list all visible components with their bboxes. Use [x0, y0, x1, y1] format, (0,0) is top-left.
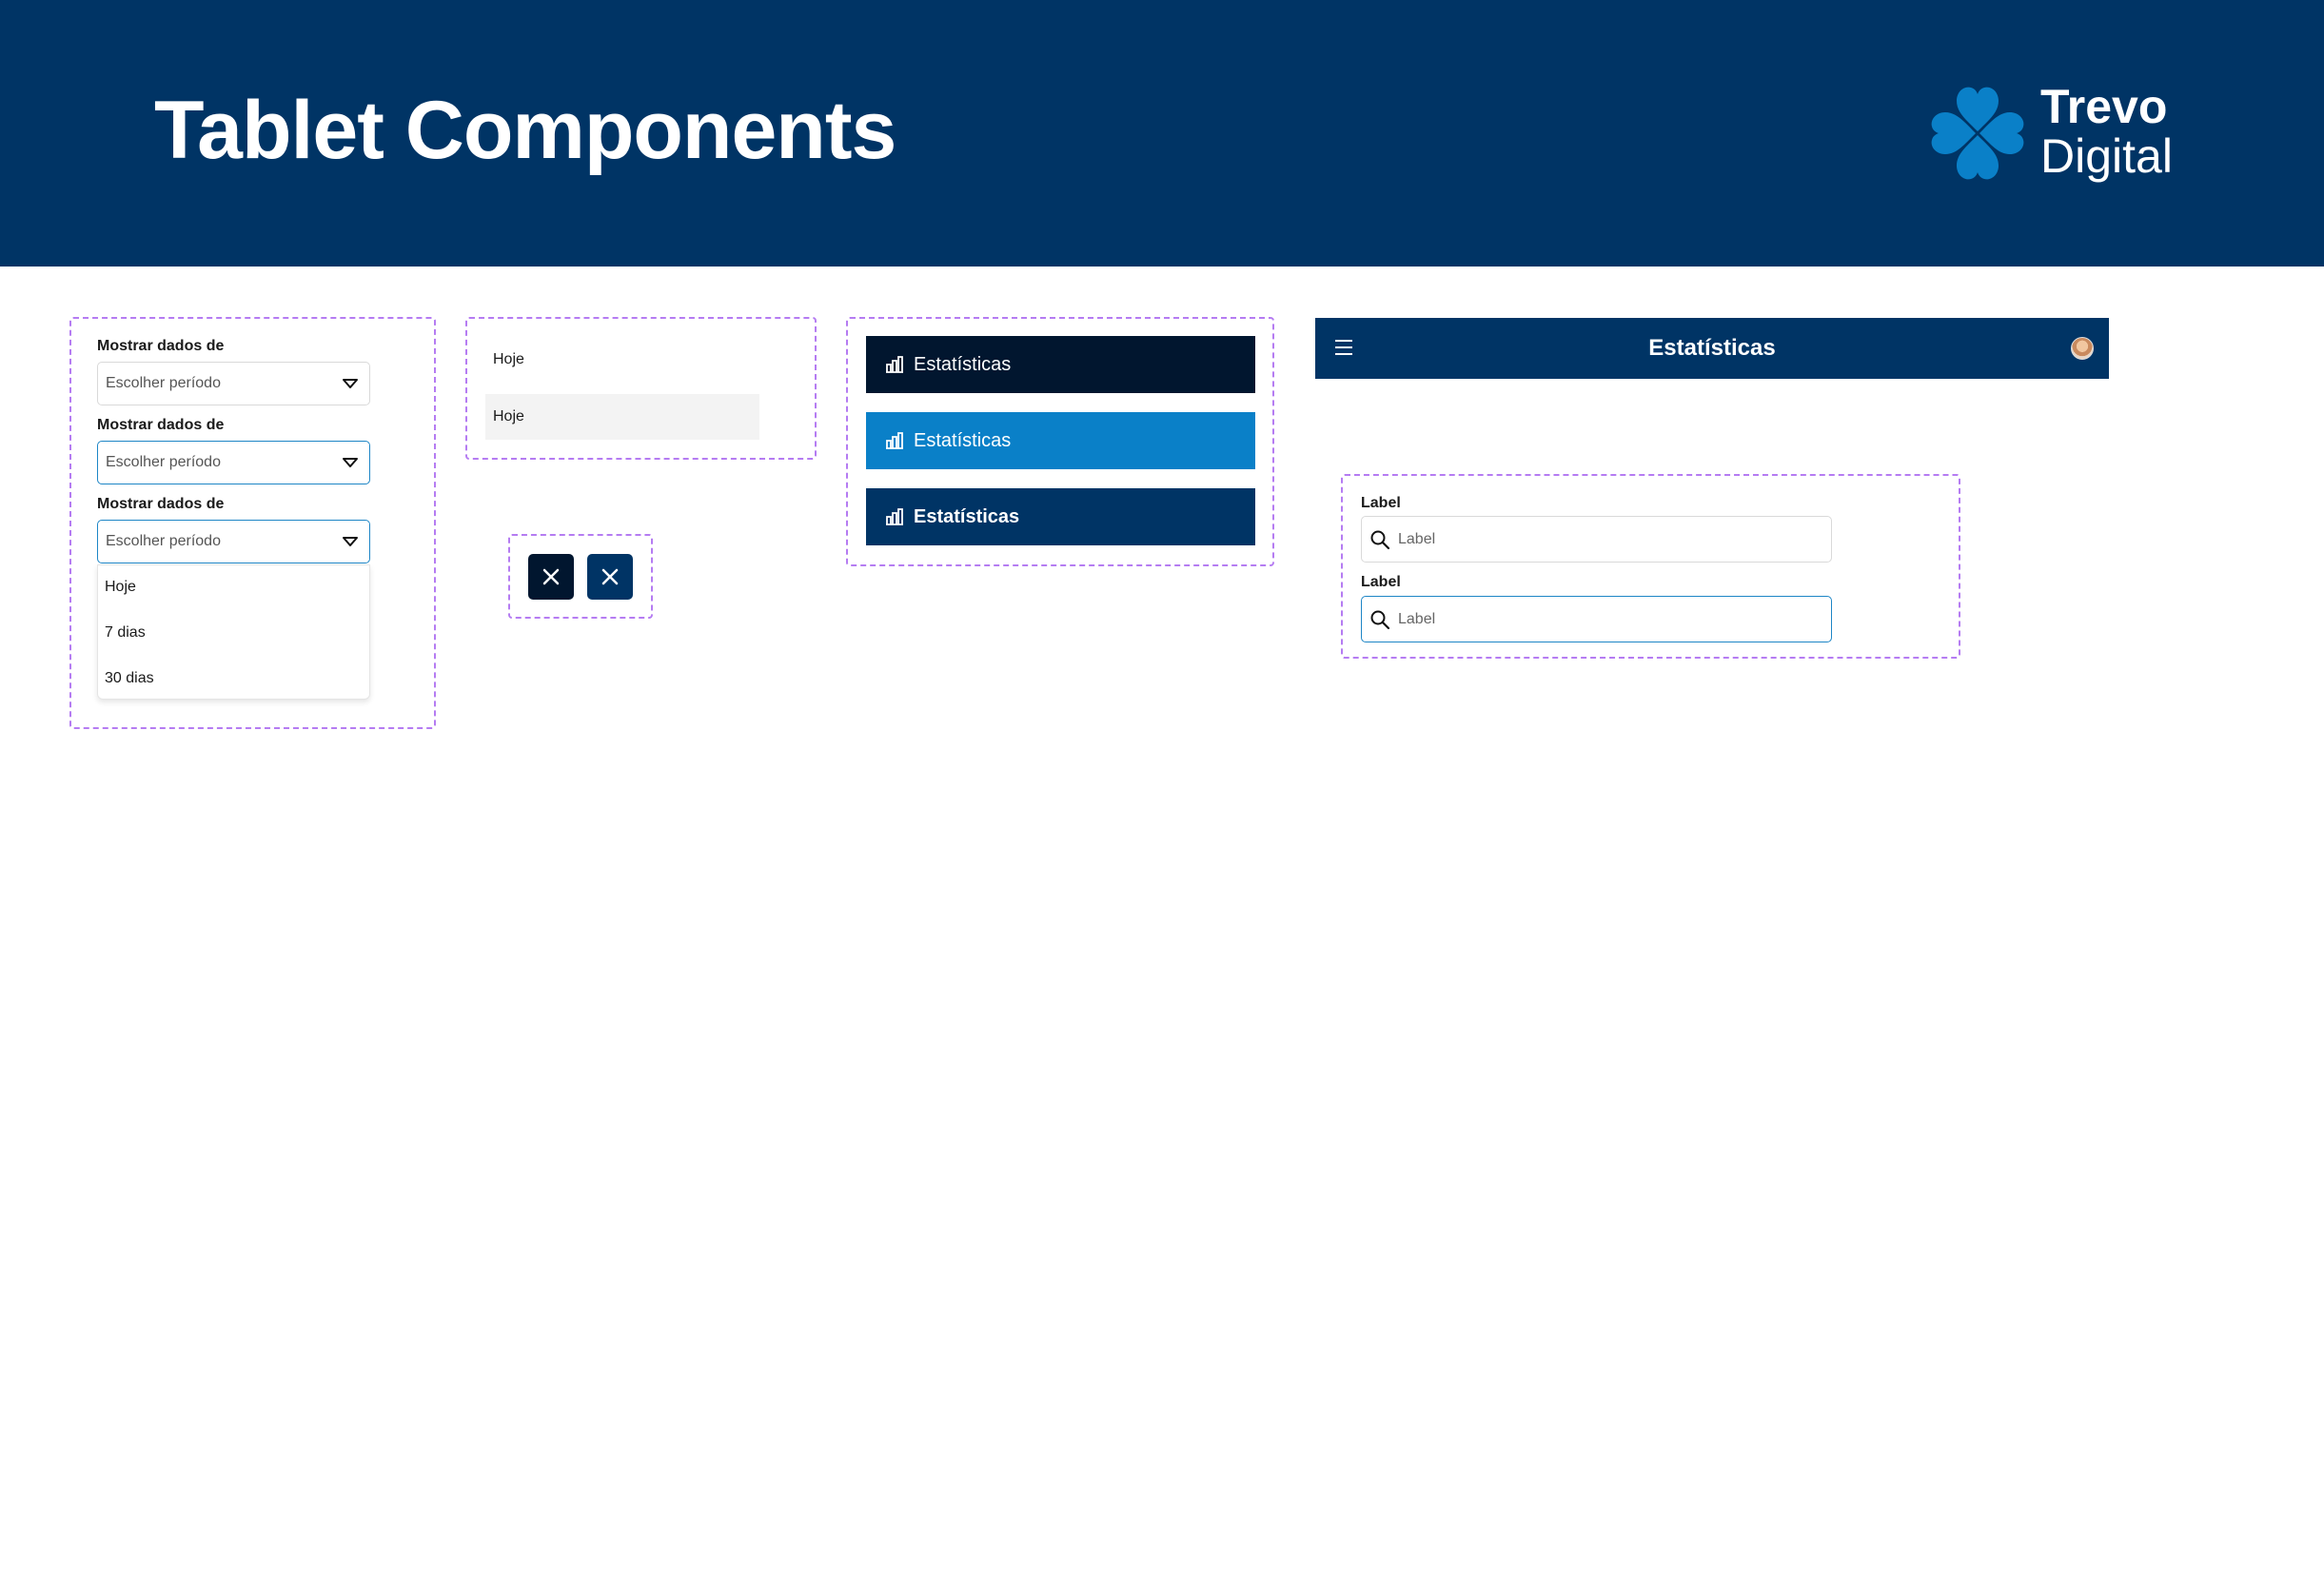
search-placeholder: Label — [1398, 530, 1436, 547]
select-placeholder: Escolher período — [106, 454, 221, 470]
close-button-dark[interactable] — [528, 554, 574, 600]
chevron-down-icon — [343, 379, 358, 388]
page-header: Tablet Components Trevo Digital — [0, 0, 2324, 267]
list-item-label: Hoje — [493, 408, 524, 425]
chevron-down-icon — [343, 537, 358, 546]
select-placeholder: Escolher período — [106, 375, 221, 391]
select-placeholder: Escolher período — [106, 533, 221, 549]
nav-item-default[interactable]: Estatísticas — [866, 336, 1255, 393]
select-open[interactable]: Escolher período — [97, 520, 370, 563]
logo-line-1: Trevo — [2040, 80, 2168, 133]
bar-chart-icon — [886, 432, 903, 449]
select-default[interactable]: Escolher período — [97, 362, 370, 405]
topbar-title: Estatísticas — [1648, 335, 1776, 361]
page-title: Tablet Components — [154, 85, 896, 176]
list-item-hover[interactable]: Hoje — [485, 394, 759, 440]
chevron-down-icon — [343, 458, 358, 467]
select-dropdown-menu: Hoje 7 dias 30 dias — [97, 564, 370, 700]
nav-item-label: Estatísticas — [914, 353, 1012, 375]
search-icon — [1370, 530, 1390, 549]
dropdown-option[interactable]: 7 dias — [105, 624, 146, 642]
nav-item-label: Estatísticas — [914, 505, 1020, 527]
nav-item-hover[interactable]: Estatísticas — [866, 412, 1255, 469]
search-placeholder: Label — [1398, 610, 1436, 627]
nav-item-label: Estatísticas — [914, 429, 1012, 451]
avatar[interactable] — [2071, 337, 2094, 360]
search-input-focused[interactable]: Label — [1361, 596, 1832, 642]
search-input-default[interactable]: Label — [1361, 516, 1832, 563]
app-topbar: Estatísticas — [1315, 318, 2109, 379]
brand-logo: Trevo Digital — [1928, 82, 2177, 187]
dropdown-option[interactable]: 30 dias — [105, 670, 154, 687]
select-label-default: Mostrar dados de — [97, 338, 225, 354]
bar-chart-icon — [886, 356, 903, 373]
close-icon — [542, 568, 560, 585]
dropdown-option[interactable]: Hoje — [105, 579, 136, 596]
close-icon — [601, 568, 619, 585]
search-icon — [1370, 610, 1390, 629]
nav-item-active[interactable]: Estatísticas — [866, 488, 1255, 545]
logo-line-2: Digital — [2040, 129, 2173, 183]
list-item-default[interactable]: Hoje — [493, 351, 524, 368]
select-label-focus: Mostrar dados de — [97, 417, 225, 433]
close-button-primary[interactable] — [587, 554, 633, 600]
clover-icon — [1931, 87, 2024, 180]
select-focused[interactable]: Escolher período — [97, 441, 370, 484]
bar-chart-icon — [886, 508, 903, 525]
search-label-focus: Label — [1361, 574, 1401, 590]
select-label-open: Mostrar dados de — [97, 496, 225, 512]
search-label-default: Label — [1361, 495, 1401, 511]
